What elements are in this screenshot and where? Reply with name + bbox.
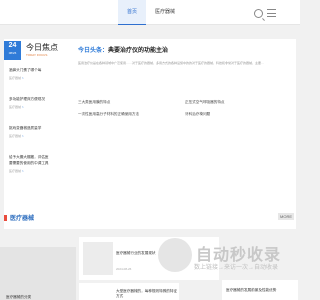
related-links: 三大类医用膜的特点 正压式空气呼吸器的特点 一次性医用高分子材料的正确使用方法 … — [78, 96, 292, 120]
section-title: 医疗器械 — [4, 213, 34, 222]
related-link[interactable]: 牙科治疗椅问题 — [185, 108, 292, 120]
article-card[interactable]: 医疗器械的发展前景及性能优势 — [222, 280, 298, 300]
focus-panel: 24 08/26 今日焦点 TODAY FOCUS 酒鼻头门蛋了哪个每 医疗器械… — [4, 39, 74, 229]
article-thumbnail[interactable] — [83, 242, 113, 275]
chevron-right-icon[interactable]: > — [22, 169, 24, 173]
headline[interactable]: 今日头条：典要治疗仪的功能主治 — [78, 45, 168, 54]
article-date: 2024-08-26 — [116, 267, 132, 271]
headline-panel: 今日头条：典要治疗仪的功能主治 医用治疗仪是在各种领域中广泛使用……对于医疗的器… — [74, 39, 296, 229]
logo-icon — [158, 238, 192, 272]
chevron-right-icon[interactable]: > — [22, 76, 24, 80]
article-title[interactable]: 医疗器械的发展前景及性能优势 — [226, 288, 276, 293]
list-item-title-line2[interactable]: 要需要的使用的中调工具 — [9, 160, 74, 166]
list-item-meta: 医疗器械 > — [9, 169, 74, 173]
list-item-title[interactable]: 多功能护理床方便现况 — [9, 96, 74, 102]
top-bar: 首页 医疗器械 — [0, 0, 300, 25]
headline-prefix: 今日头条： — [78, 48, 109, 54]
focus-subtitle: TODAY FOCUS — [26, 53, 48, 57]
list-item[interactable]: 酒鼻头门蛋了哪个每 医疗器械 > — [4, 67, 74, 96]
chevron-right-icon[interactable]: > — [22, 134, 24, 138]
link-row: 三大类医用膜的特点 正压式空气呼吸器的特点 — [78, 96, 292, 108]
menu-icon[interactable] — [267, 9, 276, 17]
article-title[interactable]: 医疗器械行业的发展现状 — [116, 251, 156, 256]
link-row: 一次性医用高分子材料的正确使用方法 牙科治疗椅问题 — [78, 108, 292, 120]
chevron-right-icon[interactable]: > — [22, 105, 24, 109]
article-title[interactable]: 大型医疗器械的，每种规则特殊的特征方式 — [116, 289, 179, 299]
section-title-text: 医疗器械 — [10, 216, 35, 222]
section-marker — [4, 214, 7, 221]
article-card[interactable]: 大型医疗器械的，每种规则特殊的特征方式 — [79, 283, 179, 300]
main-nav: 首页 医疗器械 — [118, 0, 184, 25]
watermark-subtitle: 数上链接→来访一次→自动收录 — [194, 265, 279, 271]
related-link[interactable]: 一次性医用高分子材料的正确使用方法 — [78, 108, 185, 120]
related-link[interactable]: 三大类医用膜的特点 — [78, 96, 185, 108]
focus-list: 酒鼻头门蛋了哪个每 医疗器械 > 多功能护理床方便现况 医疗器械 > 挑戏变器械… — [4, 67, 74, 188]
focus-header: 24 08/26 今日焦点 TODAY FOCUS — [4, 39, 74, 61]
list-item-category: 医疗器械 — [9, 169, 22, 173]
list-item-category: 医疗器械 — [9, 134, 22, 138]
search-icon[interactable] — [254, 9, 263, 18]
headline-title[interactable]: 典要治疗仪的功能主治 — [108, 48, 168, 54]
article-thumbnail[interactable] — [0, 247, 76, 300]
list-item-meta: 医疗器械 > — [9, 76, 74, 80]
list-item[interactable]: 多功能护理床方便现况 医疗器械 > — [4, 96, 74, 125]
more-label[interactable]: MORE — [278, 213, 294, 220]
focus-title: 今日焦点 — [26, 43, 58, 52]
list-item-meta: 医疗器械 > — [9, 134, 74, 138]
nav-item-home[interactable]: 首页 — [118, 0, 147, 25]
article-card[interactable]: 医疗器械的分类 — [0, 247, 76, 300]
list-item-category: 医疗器械 — [9, 105, 22, 109]
date-badge: 24 08/26 — [4, 41, 21, 60]
list-item-title[interactable]: 酒鼻头门蛋了哪个每 — [9, 67, 74, 73]
list-item-title[interactable]: 挑戏变器械造质量学 — [9, 125, 74, 131]
list-item-category: 医疗器械 — [9, 76, 22, 80]
watermark: 自动秒收录 数上链接→来访一次→自动收录 — [158, 238, 288, 274]
more-link[interactable]: MORE — [278, 213, 294, 220]
date-month: 08/26 — [8, 51, 17, 55]
related-link[interactable]: 正压式空气呼吸器的特点 — [185, 96, 292, 108]
nav-item-medical-devices[interactable]: 医疗器械 — [146, 0, 184, 25]
list-item-meta: 医疗器械 > — [9, 105, 74, 109]
date-day: 24 — [8, 42, 17, 49]
list-item[interactable]: 挑戏变器械造质量学 医疗器械 > — [4, 125, 74, 154]
headline-intro: 医用治疗仪是在各种领域中广泛使用……对于医疗的器械，多用方式的各种设施中的的对于… — [78, 61, 265, 65]
article-title[interactable]: 医疗器械的分类 — [6, 295, 31, 300]
list-item[interactable]: 给予大棚大棚搬，评估医 要需要的使用的中调工具 医疗器械 > — [4, 154, 74, 188]
